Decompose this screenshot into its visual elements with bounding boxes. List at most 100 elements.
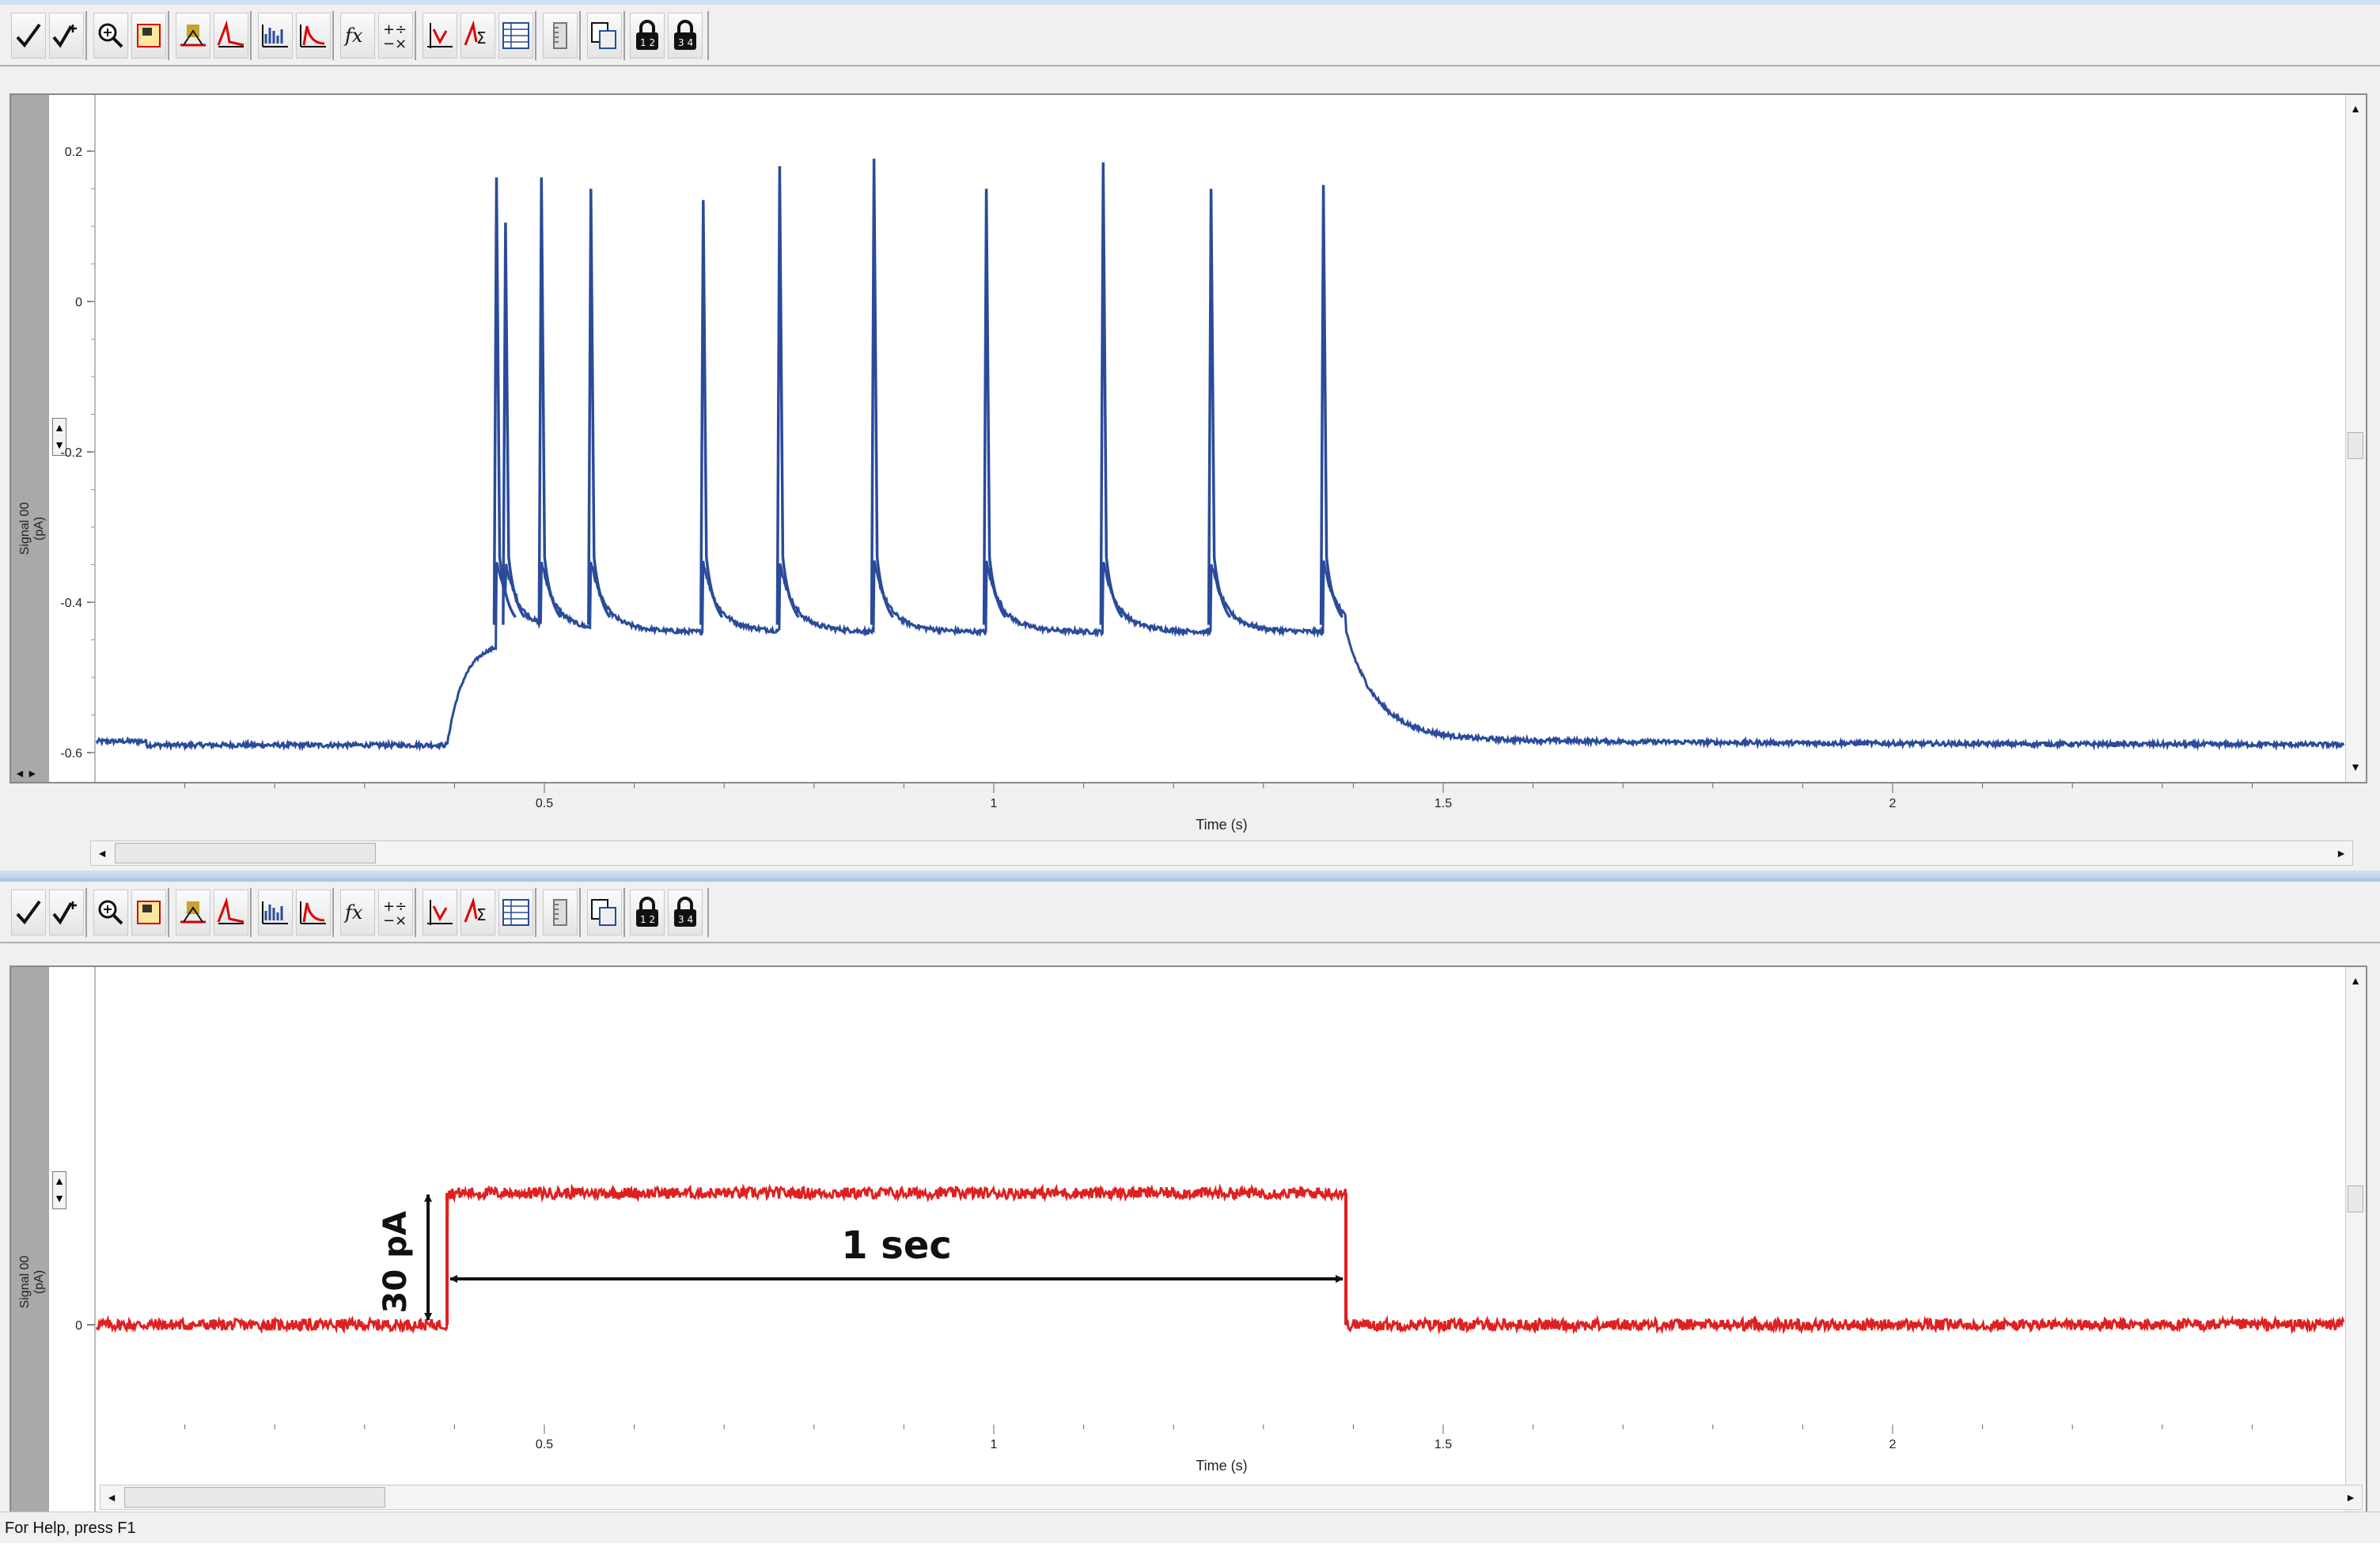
copy-button[interactable] [587, 13, 622, 59]
accept-button[interactable] [11, 13, 46, 59]
action-potential-spike [982, 188, 1007, 625]
baseline-button[interactable] [176, 13, 210, 59]
status-text: For Help, press F1 [5, 1519, 136, 1537]
top-y-tick-label: -0.2 [60, 446, 82, 460]
lock-34-button[interactable]: 3 4 [668, 13, 703, 59]
peak-button[interactable] [214, 13, 248, 59]
toolbar-separator [535, 888, 536, 937]
decay-button[interactable] [296, 890, 331, 935]
scroll-up-icon[interactable]: ▲ [2346, 98, 2365, 119]
lock-12-button[interactable]: 1 2 [630, 890, 665, 935]
arithmetic-icon: +÷−× [383, 898, 407, 928]
bottom-y-tick-label: 0 [75, 1319, 82, 1333]
function-icon: fx [343, 901, 363, 924]
histogram-button[interactable] [258, 890, 293, 935]
svg-text:fx: fx [343, 25, 363, 47]
bottom-signal-pane: fx +÷ −× Σ 1 23 4 Signal 00 (pA) ▲ ▼ 0 30 pA 1 … [0, 878, 2380, 1531]
lock-34-button[interactable]: 3 4 [668, 890, 703, 935]
bottom-vscroll-thumb[interactable] [2348, 1186, 2363, 1212]
svg-text:1 2: 1 2 [640, 37, 655, 48]
decay-icon [300, 901, 326, 924]
x-tick-label: 1.5 [1434, 797, 1452, 810]
table-icon [502, 22, 529, 49]
sum-button[interactable]: Σ [460, 890, 495, 935]
x-tick-label: 1.5 [1434, 1438, 1452, 1451]
top-vertical-scrollbar[interactable]: ▲ ▼ [2345, 95, 2366, 782]
fit-region-icon [137, 24, 161, 47]
zoom-in-icon [98, 23, 123, 48]
function-button[interactable]: fx [340, 890, 375, 935]
accept-all-button[interactable] [49, 890, 84, 935]
zoom-button[interactable] [93, 13, 128, 59]
svg-text:1 2: 1 2 [640, 914, 655, 925]
table-button[interactable] [498, 13, 533, 59]
top-pan-arrows-icon[interactable]: ◄► [14, 764, 46, 782]
x-tick-label: 0.5 [536, 1438, 553, 1451]
bottom-hscroll-thumb[interactable] [124, 1487, 385, 1508]
x-axis-label: Time (s) [1196, 1458, 1247, 1474]
top-plot-area: Signal 00 (pA) ▲ ▼ 0.2 0 -0.2 -0.4 -0.6 ▲ ▼ ◄… [9, 93, 2367, 783]
bottom-command-trace [95, 1183, 2345, 1335]
peak-icon [217, 20, 244, 47]
toolbar-separator [707, 888, 709, 937]
top-vscroll-thumb[interactable] [2348, 432, 2363, 459]
toolbar-separator [415, 11, 416, 60]
histogram-button[interactable] [258, 13, 293, 59]
toolbar-separator [85, 888, 87, 937]
decay-button[interactable] [296, 13, 331, 59]
accept-button[interactable] [11, 890, 46, 935]
copy-icon [591, 899, 616, 926]
toolbar-separator [332, 888, 334, 937]
copy-button[interactable] [587, 890, 622, 935]
function-button[interactable]: fx [340, 13, 375, 59]
lock-12-button[interactable]: 1 2 [630, 13, 665, 59]
cursor-analysis-button[interactable] [423, 13, 457, 59]
x-tick-label: 1 [991, 1438, 998, 1451]
accept-all-button[interactable] [49, 13, 84, 59]
fit-region-button[interactable] [131, 890, 166, 935]
cursor-analysis-button[interactable] [423, 890, 457, 935]
action-potential-spike [1099, 162, 1124, 625]
scroll-right-icon[interactable]: ► [2332, 843, 2351, 863]
sum-icon: Σ [464, 897, 487, 924]
bottom-horizontal-scrollbar[interactable]: ◄ ► [100, 1485, 2363, 1510]
table-button[interactable] [498, 890, 533, 935]
toolbar-separator [85, 11, 87, 60]
fit-region-icon [137, 901, 161, 924]
ruler-button[interactable] [543, 13, 578, 59]
baseline-icon [180, 901, 206, 924]
ruler-icon [553, 22, 567, 49]
zoom-button[interactable] [93, 890, 128, 935]
top-y-tick-label: -0.4 [60, 597, 82, 610]
toolbar-separator [415, 888, 416, 937]
top-horizontal-scrollbar[interactable]: ◄ ► [90, 840, 2353, 866]
scroll-right-icon[interactable]: ► [2341, 1487, 2360, 1508]
ruler-button[interactable] [543, 890, 578, 935]
toolbar-separator [332, 11, 334, 60]
scroll-left-icon[interactable]: ◄ [93, 843, 112, 863]
table-icon [502, 899, 529, 926]
amplitude-annotation: 30 pA [377, 1211, 414, 1313]
top-hscroll-thumb[interactable] [115, 843, 376, 863]
sum-button[interactable]: Σ [460, 13, 495, 59]
peak-button[interactable] [214, 890, 248, 935]
function-icon: fx [343, 25, 363, 47]
toolbar-separator [250, 888, 252, 937]
fit-region-button[interactable] [131, 13, 166, 59]
action-potential-spike [775, 165, 800, 625]
baseline-button[interactable] [176, 890, 210, 935]
bottom-x-axis: 0.5 1 1.5 2 Time (s) [184, 1425, 2253, 1474]
arithmetic-icon: +÷−× [383, 21, 407, 51]
status-bar: For Help, press F1 [0, 1512, 2380, 1543]
x-tick-label: 2 [1889, 797, 1897, 810]
lock-12-icon: 1 2 [636, 897, 658, 927]
x-tick-label: 0.5 [536, 797, 553, 810]
toolbar-separator [623, 11, 625, 60]
arithmetic-button[interactable]: +÷ −× [378, 890, 413, 935]
scroll-down-icon[interactable]: ▼ [2346, 757, 2365, 777]
x-tick-label: 2 [1889, 1438, 1897, 1451]
scroll-up-icon[interactable]: ▲ [2346, 970, 2365, 991]
x-axis-label: Time (s) [1196, 817, 1247, 833]
scroll-left-icon[interactable]: ◄ [102, 1487, 121, 1508]
arithmetic-button[interactable]: +÷ −× [378, 13, 413, 59]
